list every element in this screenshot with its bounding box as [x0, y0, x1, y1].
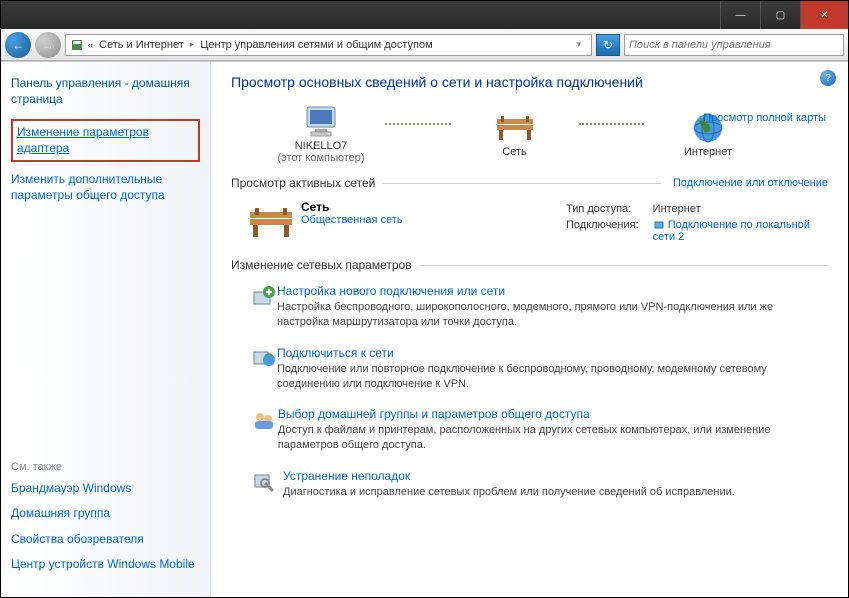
body: Панель управления - домашняя страница Из… — [1, 61, 848, 597]
crumb-center[interactable]: Центр управления сетями и общим доступом — [200, 39, 432, 51]
titlebar: — ▢ ✕ — [1, 1, 848, 29]
mobile-center-link[interactable]: Центр устройств Windows Mobile — [11, 557, 200, 573]
map-pc-node: NIKELLO7 (этот компьютер) — [261, 104, 381, 164]
nic-icon — [653, 219, 665, 231]
maximize-button[interactable]: ▢ — [760, 1, 800, 29]
connection-link[interactable]: Подключение по локальной сети 2 — [653, 219, 810, 243]
control-panel-home-link[interactable]: Панель управления - домашняя страница — [11, 76, 200, 107]
task-connect-network: Подключиться к сети Подключение или повт… — [231, 340, 828, 402]
page-title: Просмотр основных сведений о сети и наст… — [231, 74, 828, 90]
firewall-link[interactable]: Брандмауэр Windows — [11, 481, 200, 497]
forward-button[interactable]: → — [35, 32, 61, 58]
main-panel: ? Просмотр основных сведений о сети и на… — [211, 62, 848, 597]
minimize-button[interactable]: — — [720, 1, 760, 29]
bench-icon — [493, 113, 537, 143]
adapter-settings-link[interactable]: Изменение параметров адаптера — [11, 119, 200, 162]
dropdown-icon[interactable]: ▾ — [576, 39, 581, 50]
search-input[interactable] — [624, 34, 844, 56]
new-connection-icon — [251, 284, 277, 310]
internet-options-link[interactable]: Свойства обозревателя — [11, 532, 200, 548]
pc-icon — [301, 105, 341, 139]
control-panel-icon — [70, 38, 84, 52]
section-change-settings: Изменение сетевых параметров — [231, 258, 828, 272]
connect-icon — [251, 346, 277, 372]
connect-disconnect-link[interactable]: Подключение или отключение — [673, 177, 828, 189]
active-network-item: Сеть Общественная сеть Тип доступа: Инте… — [231, 196, 828, 250]
network-map: NIKELLO7 (этот компьютер) Сеть Интернет — [231, 100, 828, 168]
task-link[interactable]: Выбор домашней группы и параметров общег… — [278, 407, 590, 421]
crumb-net[interactable]: Сеть и Интернет — [99, 39, 184, 51]
map-network-node: Сеть — [455, 110, 575, 158]
section-active-networks: Просмотр активных сетей Подключение или … — [231, 176, 828, 190]
navbar: ← → « Сеть и Интернет ▸ Центр управления… — [1, 29, 848, 61]
breadcrumb[interactable]: « Сеть и Интернет ▸ Центр управления сет… — [65, 34, 592, 56]
network-type-link[interactable]: Общественная сеть — [301, 214, 558, 226]
back-button[interactable]: ← — [5, 32, 31, 58]
see-also-label: См. также — [11, 461, 200, 473]
help-icon[interactable]: ? — [820, 70, 836, 86]
refresh-button[interactable]: ↻ — [596, 34, 620, 56]
network-name: Сеть — [301, 200, 558, 214]
troubleshoot-icon — [251, 469, 277, 495]
task-new-connection: Настройка нового подключения или сети На… — [231, 278, 828, 340]
task-link[interactable]: Подключиться к сети — [277, 346, 394, 360]
sidebar: Панель управления - домашняя страница Из… — [1, 62, 211, 597]
network-properties: Тип доступа: Интернет Подключения: Подкл… — [558, 200, 818, 246]
bench-icon — [246, 204, 296, 240]
task-link[interactable]: Устранение неполадок — [283, 469, 410, 483]
homegroup-link[interactable]: Домашняя группа — [11, 506, 200, 522]
task-link[interactable]: Настройка нового подключения или сети — [277, 284, 505, 298]
close-button[interactable]: ✕ — [800, 1, 848, 29]
window: — ▢ ✕ ← → « Сеть и Интернет ▸ Центр упра… — [0, 0, 849, 598]
full-map-link[interactable]: Просмотр полной карты — [703, 112, 826, 124]
homegroup-icon — [251, 407, 277, 433]
task-troubleshoot: Устранение неполадок Диагностика и испра… — [231, 463, 828, 510]
sharing-settings-link[interactable]: Изменить дополнительные параметры общего… — [11, 172, 200, 203]
task-homegroup: Выбор домашней группы и параметров общег… — [231, 401, 828, 463]
